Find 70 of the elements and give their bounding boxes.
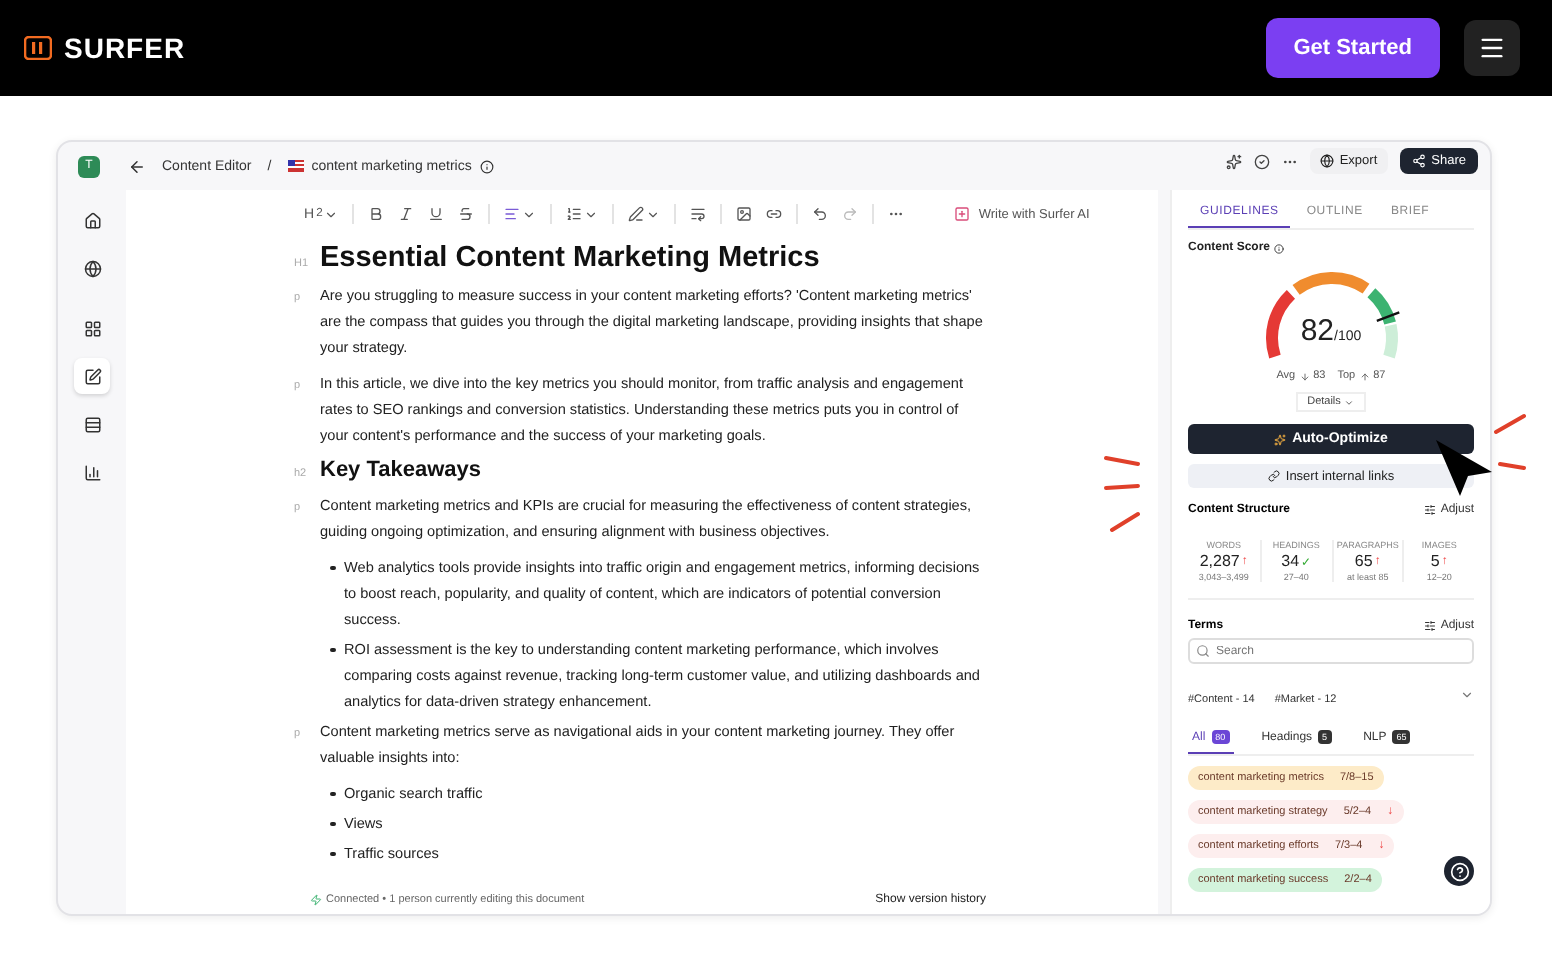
sparkles-button[interactable] xyxy=(1225,153,1242,169)
score-gauge xyxy=(1265,272,1399,359)
cursor-icon xyxy=(1432,436,1496,500)
help-icon xyxy=(1449,861,1469,881)
italic-button[interactable] xyxy=(398,206,415,222)
list-icon xyxy=(83,415,101,433)
undo-button[interactable] xyxy=(812,206,829,222)
check-icon xyxy=(1253,153,1270,169)
italic-icon xyxy=(398,206,415,222)
wrap-icon xyxy=(690,206,707,222)
wrap-button[interactable] xyxy=(690,206,707,222)
search-icon xyxy=(1196,644,1210,658)
list-dropdown[interactable] xyxy=(566,206,599,222)
home-icon xyxy=(83,211,101,229)
emphasis-marks-drawing xyxy=(1104,452,1144,536)
arrow-up-icon xyxy=(1359,371,1370,381)
globe-icon xyxy=(1319,154,1334,168)
arrow-down-icon xyxy=(1299,371,1310,381)
image-icon xyxy=(736,206,753,222)
sidebar-item[interactable] xyxy=(74,358,110,394)
strikethrough-button[interactable] xyxy=(458,206,475,222)
image-button[interactable] xyxy=(736,206,753,222)
underline-button[interactable] xyxy=(428,206,445,222)
stat-value: 5 xyxy=(1430,552,1440,570)
edit-icon xyxy=(83,367,101,385)
link-icon xyxy=(1267,470,1280,482)
stat-value: 34 xyxy=(1281,552,1300,570)
bold-button[interactable] xyxy=(368,206,385,222)
share-icon xyxy=(1411,154,1426,168)
strikethrough-icon xyxy=(458,206,475,222)
stat-value: 2,287 xyxy=(1199,552,1240,570)
underline-icon xyxy=(428,206,445,222)
help-button[interactable] xyxy=(1444,856,1474,886)
sliders-icon xyxy=(1424,504,1437,516)
globe-icon xyxy=(83,259,101,277)
flag-icon xyxy=(287,160,304,172)
chevron-down-icon xyxy=(324,207,339,221)
align-dropdown[interactable] xyxy=(504,206,537,222)
stat-value: 65 xyxy=(1354,552,1373,570)
get-started-button[interactable]: Get Started xyxy=(1265,18,1440,78)
logo-icon xyxy=(24,36,52,60)
menu-icon xyxy=(1478,34,1506,62)
chevron-down-icon xyxy=(1344,397,1355,407)
link-icon xyxy=(766,206,783,222)
menu-button[interactable] xyxy=(1464,20,1520,76)
pen-dropdown[interactable] xyxy=(628,206,661,222)
check-button[interactable] xyxy=(1253,153,1270,169)
section-heading: Key Takeaways xyxy=(320,458,482,482)
pen-icon xyxy=(628,206,645,222)
back-icon[interactable] xyxy=(128,157,146,175)
document-heading: Essential Content Marketing Metrics xyxy=(320,242,820,274)
align-icon xyxy=(504,206,521,222)
sparkles-icon xyxy=(1225,153,1242,169)
list-icon xyxy=(566,206,583,222)
chevron-down-icon xyxy=(522,207,537,221)
bold-icon xyxy=(368,206,385,222)
bar-chart-icon xyxy=(83,463,101,481)
link-button[interactable] xyxy=(766,206,783,222)
chevron-down-icon[interactable] xyxy=(1460,687,1474,701)
chevron-down-icon xyxy=(646,207,661,221)
redo-icon xyxy=(842,206,859,222)
grid-icon xyxy=(83,319,101,337)
undo-icon xyxy=(812,206,829,222)
sliders-icon xyxy=(1424,620,1437,632)
chevron-down-icon xyxy=(584,207,599,221)
logo-text: SURFER xyxy=(64,32,186,64)
plus-icon xyxy=(954,206,971,222)
sparkles-icon xyxy=(1274,433,1287,445)
bolt-icon xyxy=(310,894,322,906)
info-icon[interactable] xyxy=(479,159,494,173)
